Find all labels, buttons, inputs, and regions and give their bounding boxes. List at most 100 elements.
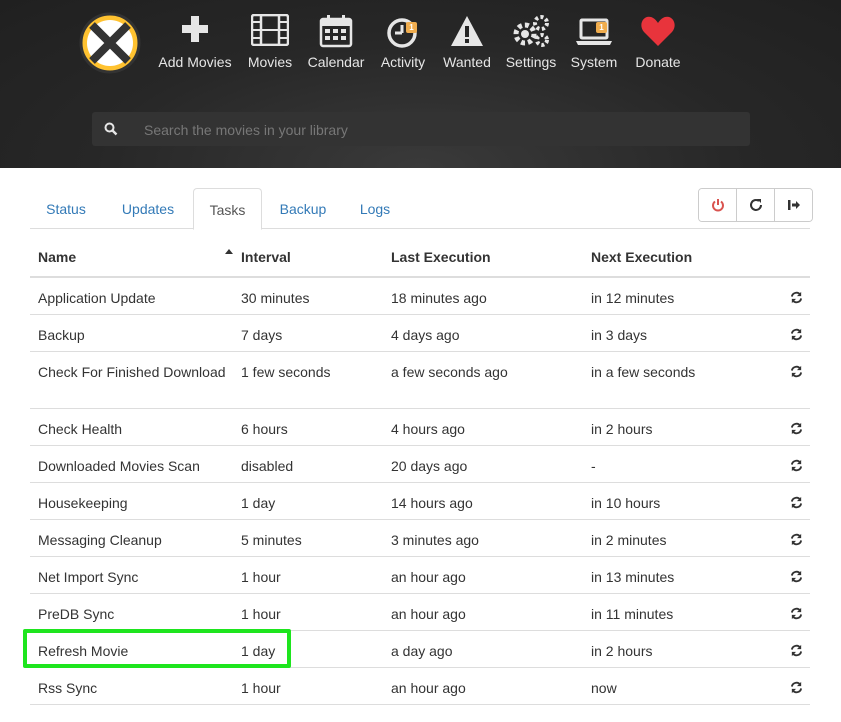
- col-interval[interactable]: Interval: [241, 249, 381, 265]
- table-row: Downloaded Movies Scan disabled 20 days ag…: [30, 446, 810, 483]
- table-row: PreDB Sync 1 hour an hour ago in 11 minutes: [30, 594, 810, 631]
- task-interval: 1 day: [241, 495, 276, 511]
- search-input[interactable]: [142, 112, 736, 148]
- run-task-icon[interactable]: [790, 326, 803, 346]
- task-name: Messaging Cleanup: [38, 532, 162, 548]
- nav-movies[interactable]: Movies: [244, 14, 296, 70]
- task-name: Check For Finished Download: [38, 364, 226, 380]
- task-name: Application Update: [38, 290, 156, 306]
- nav-donate[interactable]: Donate: [632, 14, 684, 70]
- tab-status[interactable]: Status: [30, 188, 102, 228]
- reload-button[interactable]: [737, 189, 775, 221]
- nav-activity[interactable]: 1 Activity: [378, 14, 428, 70]
- task-interval: 1 hour: [241, 680, 281, 696]
- run-task-icon[interactable]: [790, 494, 803, 514]
- task-next-execution: in 10 hours: [591, 495, 661, 511]
- table-row: Net Import Sync 1 hour an hour ago in 13 mi…: [30, 557, 810, 594]
- task-interval: 5 minutes: [241, 532, 302, 548]
- search-icon: [104, 122, 118, 136]
- table-row: Check For Finished Download 1 few seconds…: [30, 352, 810, 409]
- top-navbar: Add Movies Movies Calendar 1 Activity Wa…: [0, 0, 841, 168]
- run-task-icon[interactable]: [790, 289, 803, 309]
- run-task-icon[interactable]: [790, 363, 803, 383]
- task-last-execution: an hour ago: [391, 569, 466, 585]
- task-next-execution: in 13 minutes: [591, 569, 675, 585]
- task-last-execution: 14 hours ago: [391, 495, 473, 511]
- plus-icon: [157, 14, 233, 48]
- system-badge: 1: [596, 22, 607, 33]
- clock-icon: 1: [378, 14, 428, 48]
- task-name: Rss Sync: [38, 680, 98, 696]
- task-next-execution: -: [591, 458, 596, 474]
- table-row: Housekeeping 1 day 14 hours ago in 10 hours: [30, 483, 810, 520]
- tab-updates[interactable]: Updates: [108, 188, 188, 228]
- nav-wanted[interactable]: Wanted: [441, 14, 493, 70]
- table-header: Name Interval Last Execution Next Execut…: [30, 236, 810, 278]
- activity-badge: 1: [406, 22, 417, 33]
- task-last-execution: an hour ago: [391, 680, 466, 696]
- task-name: Check Health: [38, 421, 123, 437]
- sort-asc-icon: [225, 249, 233, 254]
- table-row: Messaging Cleanup 5 minutes 3 minutes ago i…: [30, 520, 810, 557]
- run-task-icon[interactable]: [790, 420, 803, 440]
- run-task-icon[interactable]: [790, 568, 803, 588]
- run-task-icon[interactable]: [790, 679, 803, 699]
- task-next-execution: in 11 minutes: [591, 606, 674, 622]
- col-last-execution[interactable]: Last Execution: [391, 249, 581, 265]
- col-next-execution[interactable]: Next Execution: [591, 249, 781, 265]
- col-name[interactable]: Name: [38, 249, 228, 265]
- task-interval: 7 days: [241, 327, 283, 343]
- laptop-icon: 1: [569, 14, 619, 48]
- task-interval: 30 minutes: [241, 290, 310, 306]
- task-last-execution: 20 days ago: [391, 458, 468, 474]
- task-last-execution: 18 minutes ago: [391, 290, 487, 306]
- task-last-execution: 3 minutes ago: [391, 532, 479, 548]
- highlight-box: [23, 629, 291, 668]
- tab-backup[interactable]: Backup: [268, 188, 338, 228]
- logout-button[interactable]: [775, 189, 812, 221]
- table-row: Rss Sync 1 hour an hour ago now: [30, 668, 810, 705]
- task-interval: disabled: [241, 458, 294, 474]
- task-interval: 1 hour: [241, 606, 281, 622]
- restart-button[interactable]: [699, 189, 737, 221]
- nav-system[interactable]: 1 System: [569, 14, 619, 70]
- system-tabs: Status Updates Tasks Backup Logs: [30, 188, 810, 230]
- table-row: Backup 7 days 4 days ago in 3 days: [30, 315, 810, 352]
- refresh-icon: [749, 199, 762, 211]
- gears-icon: [503, 14, 559, 48]
- power-icon: [711, 199, 724, 212]
- task-name: Housekeeping: [38, 495, 128, 511]
- run-task-icon[interactable]: [790, 642, 803, 662]
- radarr-logo[interactable]: [78, 11, 142, 75]
- task-name: Net Import Sync: [38, 569, 139, 585]
- film-icon: [244, 14, 296, 48]
- task-last-execution: a day ago: [391, 643, 453, 659]
- task-interval: 1 few seconds: [241, 364, 331, 380]
- task-next-execution: in a few seconds: [591, 364, 696, 380]
- task-next-execution: in 2 hours: [591, 421, 653, 437]
- task-next-execution: in 2 hours: [591, 643, 653, 659]
- sign-out-icon: [787, 200, 800, 210]
- warning-icon: [441, 14, 493, 48]
- tab-logs[interactable]: Logs: [344, 188, 406, 228]
- heart-icon: [632, 14, 684, 48]
- task-next-execution: in 12 minutes: [591, 290, 675, 306]
- task-interval: 1 hour: [241, 569, 281, 585]
- nav-calendar[interactable]: Calendar: [306, 14, 366, 70]
- nav-settings[interactable]: Settings: [503, 14, 559, 70]
- task-name: Downloaded Movies Scan: [38, 458, 200, 474]
- run-task-icon[interactable]: [790, 457, 803, 477]
- movie-search: [92, 112, 750, 148]
- nav-add-movies[interactable]: Add Movies: [157, 14, 233, 70]
- table-row: Check Health 6 hours 4 hours ago in 2 hours: [30, 409, 810, 446]
- run-task-icon[interactable]: [790, 605, 803, 625]
- task-name: Backup: [38, 327, 85, 343]
- task-name: PreDB Sync: [38, 606, 115, 622]
- task-interval: 6 hours: [241, 421, 288, 437]
- system-actions: [698, 188, 813, 222]
- tab-tasks[interactable]: Tasks: [193, 188, 262, 230]
- task-next-execution: now: [591, 680, 617, 696]
- task-next-execution: in 3 days: [591, 327, 648, 343]
- task-last-execution: 4 hours ago: [391, 421, 465, 437]
- run-task-icon[interactable]: [790, 531, 803, 551]
